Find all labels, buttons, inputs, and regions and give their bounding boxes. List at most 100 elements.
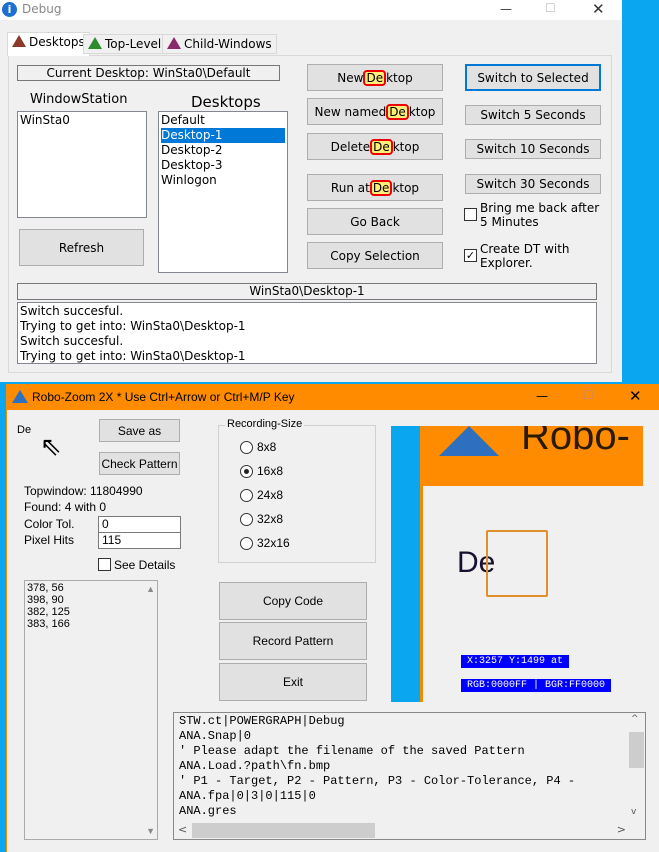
list-item[interactable]: Desktop-2 (161, 143, 285, 158)
log-line: Trying to get into: WinSta0\Desktop-1 (20, 349, 246, 363)
vertical-scrollbar[interactable]: ^ v (628, 713, 645, 822)
radio-32x8[interactable] (240, 513, 253, 526)
found-label: Found: 4 with 0 (24, 500, 107, 514)
scroll-up-icon[interactable]: ▲ (146, 583, 155, 595)
radio-label: 32x16 (257, 536, 290, 550)
log-line: Switch succesful. (20, 334, 124, 348)
create-dt-checkbox[interactable]: ✓ (464, 249, 477, 262)
list-item[interactable]: Default (161, 113, 285, 128)
log-box[interactable]: Switch succesful. Trying to get into: Wi… (17, 302, 597, 364)
windowstation-list[interactable]: WinSta0 (17, 111, 147, 218)
radio-16x8[interactable] (240, 465, 253, 478)
desktop-icon (12, 35, 26, 47)
rgb-readout: RGB:0000FF | BGR:FF0000 (461, 679, 612, 692)
desktops-list[interactable]: Default Desktop-1 Desktop-2 Desktop-3 Wi… (158, 111, 288, 273)
refresh-button[interactable]: Refresh (19, 229, 144, 266)
go-back-button[interactable]: Go Back (307, 208, 443, 235)
delete-desktop-button[interactable]: Delete De ktop (307, 133, 443, 160)
new-desktop-button[interactable]: New De ktop (307, 64, 443, 91)
maximize-button[interactable]: ☐ (545, 1, 556, 15)
zoomed-title: Robo- (521, 426, 630, 458)
robo-logo-icon (12, 390, 28, 403)
log-line: Trying to get into: WinSta0\Desktop-1 (20, 319, 246, 333)
pixel-hits-label: Pixel Hits (24, 533, 75, 547)
close-button[interactable]: ✕ (629, 387, 642, 405)
maximize-button[interactable]: ☐ (583, 388, 594, 402)
log-line: Switch succesful. (20, 304, 124, 318)
bring-back-label: Bring me back after 5 Minutes (480, 201, 600, 229)
switch-5-seconds-button[interactable]: Switch 5 Seconds (465, 105, 601, 125)
minimize-button[interactable]: — (500, 2, 512, 16)
close-button[interactable]: ✕ (592, 0, 605, 18)
window-title: Debug (22, 2, 62, 16)
bring-back-checkbox[interactable] (464, 208, 477, 221)
debug-titlebar: i Debug — ☐ ✕ (0, 0, 622, 20)
radio-label: 24x8 (257, 488, 284, 502)
code-line: ANA.Snap|0 (179, 729, 252, 743)
zoom-preview: Robo- De X:3257 Y:1499 at RGB:0000FF | B… (391, 426, 643, 702)
current-desktop-label: Current Desktop: WinSta0\Default (17, 65, 280, 81)
desktops-label: Desktops (191, 93, 261, 111)
code-line: ' Please adapt the filename of the saved… (179, 744, 525, 758)
scroll-down-icon[interactable]: ▼ (146, 825, 155, 837)
windowstation-label: WindowStation (30, 92, 128, 107)
radio-label: 32x8 (257, 512, 284, 526)
copy-code-button[interactable]: Copy Code (219, 582, 367, 620)
check-pattern-button[interactable]: Check Pattern (99, 452, 180, 475)
recording-size-label: Recording-Size (225, 418, 305, 430)
top-level-icon (88, 37, 102, 49)
code-line: STW.ct|POWERGRAPH|Debug (179, 714, 345, 728)
create-dt-label: Create DT with Explorer. (480, 242, 570, 270)
record-pattern-button[interactable]: Record Pattern (219, 622, 367, 660)
list-item[interactable]: Winlogon (161, 173, 285, 188)
zoomed-logo-icon (439, 426, 499, 456)
pixel-hits-input[interactable]: 115 (98, 532, 181, 549)
color-tol-input[interactable]: 0 (98, 516, 181, 533)
cursor-icon: ⇖ (40, 432, 62, 462)
radio-8x8[interactable] (240, 441, 253, 454)
coords-readout: X:3257 Y:1499 at (461, 655, 570, 668)
exit-button[interactable]: Exit (219, 663, 367, 701)
results-list[interactable]: 378, 56 398, 90 382, 125 383, 166 ▲ ▼ (24, 580, 158, 840)
see-details-checkbox[interactable] (98, 558, 111, 571)
tab-desktops[interactable]: Desktops (7, 32, 90, 56)
capture-frame (486, 530, 548, 597)
list-item[interactable]: Desktop-3 (161, 158, 285, 173)
switch-10-seconds-button[interactable]: Switch 10 Seconds (465, 139, 601, 159)
preview-text: De (17, 424, 32, 436)
code-box[interactable]: STW.ct|POWERGRAPH|Debug ANA.Snap|0 ' Pleas… (173, 712, 646, 840)
radio-label: 8x8 (257, 440, 277, 454)
robo-titlebar: Robo-Zoom 2X * Use Ctrl+Arrow or Ctrl+M/… (6, 384, 659, 410)
switch-to-selected-button[interactable]: Switch to Selected (465, 64, 601, 91)
tab-child-windows[interactable]: Child-Windows (162, 34, 277, 54)
run-at-desktop-button[interactable]: Run at De ktop (307, 174, 443, 201)
list-item[interactable]: 383, 166 (27, 618, 155, 630)
topwindow-label: Topwindow: 11804990 (24, 484, 143, 498)
list-item[interactable]: 378, 56 (27, 582, 155, 594)
color-tol-label: Color Tol. (24, 517, 75, 531)
code-line: ANA.gres (179, 804, 237, 818)
list-item[interactable]: 398, 90 (27, 594, 155, 606)
scroll-thumb[interactable] (629, 732, 644, 768)
radio-24x8[interactable] (240, 489, 253, 502)
horizontal-scrollbar[interactable]: < > (174, 822, 630, 839)
radio-32x16[interactable] (240, 537, 253, 550)
new-named-desktop-button[interactable]: New named De ktop (307, 98, 443, 125)
list-item[interactable]: WinSta0 (20, 113, 144, 128)
copy-selection-button[interactable]: Copy Selection (307, 242, 443, 269)
child-windows-icon (167, 37, 181, 49)
tab-top-level[interactable]: Top-Level (83, 34, 167, 54)
switch-30-seconds-button[interactable]: Switch 30 Seconds (465, 174, 601, 194)
path-label: WinSta0\Desktop-1 (17, 283, 597, 300)
save-as-button[interactable]: Save as (99, 419, 180, 442)
radio-label: 16x8 (257, 464, 284, 478)
code-line: ANA.fpa|0|3|0|115|0 (179, 789, 316, 803)
see-details-label: See Details (114, 558, 176, 572)
window-title: Robo-Zoom 2X * Use Ctrl+Arrow or Ctrl+M/… (32, 390, 295, 404)
code-line: ' P1 - Target, P2 - Pattern, P3 - Color-… (179, 774, 576, 788)
info-icon: i (2, 2, 17, 17)
minimize-button[interactable]: — (536, 389, 548, 403)
scroll-thumb[interactable] (192, 823, 375, 838)
list-item[interactable]: 382, 125 (27, 606, 155, 618)
list-item-selected[interactable]: Desktop-1 (161, 128, 285, 143)
